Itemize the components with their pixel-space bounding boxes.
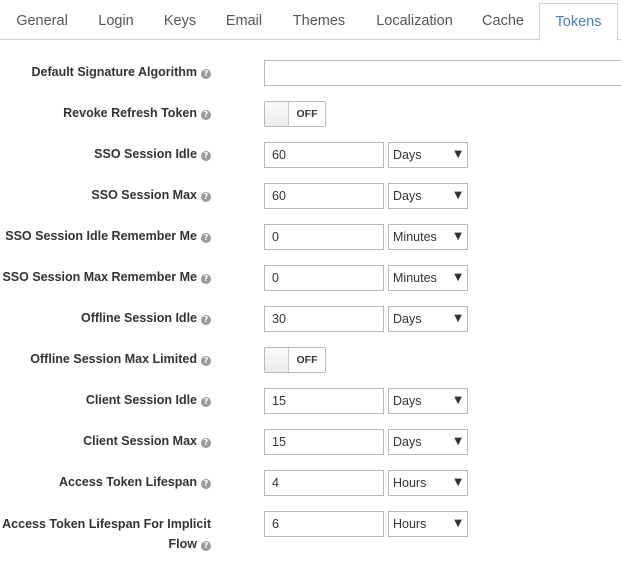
question-circle-icon[interactable]: ? (201, 192, 211, 202)
field-label: Offline Session Idle? (81, 311, 211, 325)
access-token-lifespan-unit-select[interactable]: Hours ▼ (388, 470, 468, 496)
question-circle-icon[interactable]: ? (201, 233, 211, 243)
offline-session-idle-input[interactable]: 30 (264, 306, 384, 332)
select-value: Days (393, 189, 422, 203)
sso-session-idle-remember-me-input[interactable]: 0 (264, 224, 384, 250)
toggle-handle[interactable] (265, 102, 289, 126)
field-label: SSO Session Idle Remember Me? (5, 229, 211, 243)
chevron-down-icon: ▼ (454, 313, 462, 324)
question-circle-icon[interactable]: ? (201, 69, 211, 79)
sso-session-max-remember-me-input[interactable]: 0 (264, 265, 384, 291)
select-value: Hours (393, 476, 427, 490)
question-circle-icon[interactable]: ? (201, 151, 211, 161)
field-label: Revoke Refresh Token? (63, 106, 211, 120)
field-label: Client Session Max? (83, 434, 211, 448)
sso-session-idle-unit-select[interactable]: Days ▼ (388, 142, 468, 168)
default-signature-algorithm-select[interactable] (264, 60, 621, 86)
tab-general[interactable]: General (3, 0, 81, 40)
select-value: Days (393, 435, 422, 449)
sso-session-max-unit-select[interactable]: Days ▼ (388, 183, 468, 209)
question-circle-icon[interactable]: ? (201, 315, 211, 325)
revoke-refresh-token-toggle[interactable]: OFF (264, 101, 326, 127)
question-circle-icon[interactable]: ? (201, 479, 211, 489)
select-value: Minutes (393, 271, 437, 285)
toggle-state: OFF (296, 108, 318, 120)
question-circle-icon[interactable]: ? (201, 110, 211, 120)
chevron-down-icon: ▼ (454, 395, 462, 406)
access-token-lifespan-implicit-unit-select[interactable]: Hours ▼ (388, 511, 468, 537)
access-token-lifespan-implicit-input[interactable]: 6 (264, 511, 384, 537)
select-value: Days (393, 148, 422, 162)
tab-bar: General Login Keys Email Themes Localiza… (0, 0, 621, 41)
sso-session-max-input[interactable]: 60 (264, 183, 384, 209)
tab-keys[interactable]: Keys (151, 0, 209, 40)
toggle-handle[interactable] (265, 348, 289, 372)
tab-cache[interactable]: Cache (470, 0, 536, 40)
tab-tokens[interactable]: Tokens (539, 3, 618, 41)
chevron-down-icon: ▼ (454, 272, 462, 283)
sso-session-idle-remember-me-unit-select[interactable]: Minutes ▼ (388, 224, 468, 250)
field-label: Offline Session Max Limited? (30, 352, 211, 366)
field-label: SSO Session Idle? (94, 147, 211, 161)
field-label: Client Session Idle? (86, 393, 211, 407)
client-session-idle-unit-select[interactable]: Days ▼ (388, 388, 468, 414)
select-value: Minutes (393, 230, 437, 244)
chevron-down-icon: ▼ (454, 190, 462, 201)
chevron-down-icon: ▼ (454, 231, 462, 242)
select-value: Hours (393, 517, 427, 531)
sso-session-max-remember-me-unit-select[interactable]: Minutes ▼ (388, 265, 468, 291)
chevron-down-icon: ▼ (454, 477, 462, 488)
question-circle-icon[interactable]: ? (201, 356, 211, 366)
offline-session-max-limited-toggle[interactable]: OFF (264, 347, 326, 373)
field-label: SSO Session Max Remember Me? (2, 270, 211, 284)
field-label: Access Token Lifespan? (59, 475, 211, 489)
tab-themes[interactable]: Themes (279, 0, 359, 40)
field-label: SSO Session Max? (91, 188, 211, 202)
chevron-down-icon: ▼ (454, 518, 462, 529)
client-session-max-unit-select[interactable]: Days ▼ (388, 429, 468, 455)
toggle-state: OFF (296, 354, 318, 366)
client-session-max-input[interactable]: 15 (264, 429, 384, 455)
tab-login[interactable]: Login (84, 0, 148, 40)
field-label: Access Token Lifespan For Implicit Flow? (2, 517, 211, 551)
tab-email[interactable]: Email (212, 0, 276, 40)
field-label: Default Signature Algorithm? (31, 65, 211, 79)
question-circle-icon[interactable]: ? (201, 438, 211, 448)
sso-session-idle-input[interactable]: 60 (264, 142, 384, 168)
client-session-idle-input[interactable]: 15 (264, 388, 384, 414)
chevron-down-icon: ▼ (454, 149, 462, 160)
select-value: Days (393, 394, 422, 408)
question-circle-icon[interactable]: ? (201, 274, 211, 284)
question-circle-icon[interactable]: ? (201, 541, 211, 551)
chevron-down-icon: ▼ (454, 436, 462, 447)
access-token-lifespan-input[interactable]: 4 (264, 470, 384, 496)
select-value: Days (393, 312, 422, 326)
question-circle-icon[interactable]: ? (201, 397, 211, 407)
offline-session-idle-unit-select[interactable]: Days ▼ (388, 306, 468, 332)
tab-localization[interactable]: Localization (362, 0, 467, 40)
